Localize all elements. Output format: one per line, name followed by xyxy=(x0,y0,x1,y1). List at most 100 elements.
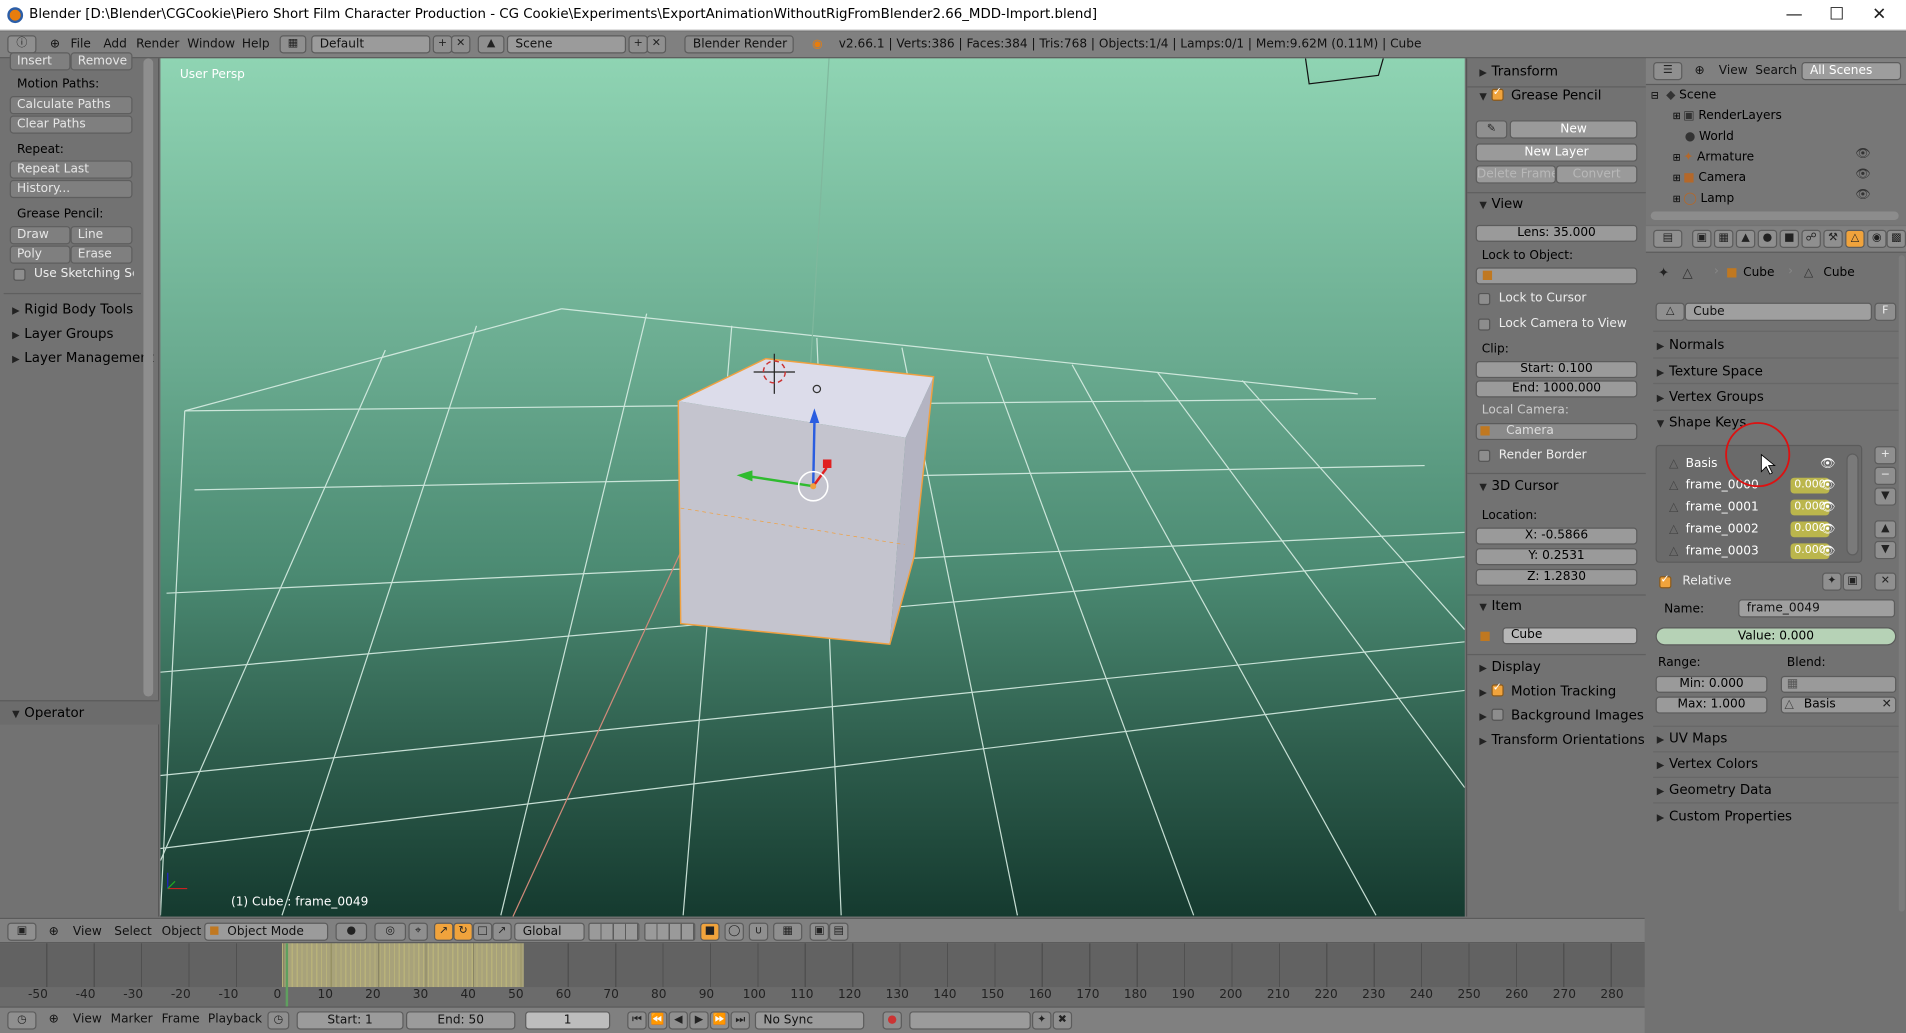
render-border-checkbox[interactable] xyxy=(1478,449,1491,462)
fake-user-button[interactable]: F xyxy=(1874,302,1897,321)
panel-item[interactable]: ▼ Item xyxy=(1479,598,1522,614)
layers-grid-2[interactable] xyxy=(644,922,696,941)
preview-range-icon[interactable]: ◷ xyxy=(267,1011,290,1030)
remove-screen-icon[interactable]: ✕ xyxy=(450,35,471,54)
tool-shelf-scrollbar[interactable] xyxy=(143,58,154,697)
panel-transform[interactable]: ▶ Transform xyxy=(1479,63,1558,79)
panel-transform-orientations[interactable]: ▶ Transform Orientations xyxy=(1479,732,1644,748)
data-tab-icon[interactable]: △ xyxy=(1845,229,1865,248)
repeat-last-button[interactable]: Repeat Last xyxy=(9,160,133,179)
visibility-eye-icon[interactable]: 👁 xyxy=(1855,168,1870,181)
properties-scrollbar[interactable] xyxy=(1898,255,1905,912)
panel-uv-maps[interactable]: ▶ UV Maps xyxy=(1657,731,1728,747)
remove-keyframe-button[interactable]: Remove xyxy=(70,52,133,71)
transform-orientation-select[interactable]: Global xyxy=(514,922,585,941)
shape-key-pin-icon[interactable]: ✦ xyxy=(1822,572,1842,591)
remove-shape-key-button[interactable]: − xyxy=(1874,466,1897,486)
3dview-menu-object[interactable]: Object xyxy=(162,925,202,938)
close-icon[interactable]: ✕ xyxy=(1867,5,1891,24)
gp-line-button[interactable]: Line xyxy=(70,226,133,245)
outliner-item-renderlayers[interactable]: ⊞ ▣ RenderLayers xyxy=(1673,106,1906,127)
vertex-group-field[interactable]: ▦ xyxy=(1780,675,1897,693)
constraints-tab-icon[interactable]: ☍ xyxy=(1801,229,1821,248)
mode-select[interactable]: Object Mode xyxy=(204,922,329,941)
new-grease-pencil-button[interactable]: New xyxy=(1509,120,1638,139)
layers-grid-1[interactable] xyxy=(588,922,640,941)
keying-set-field[interactable] xyxy=(909,1011,1031,1030)
jump-to-end-icon[interactable]: ⏭ xyxy=(730,1011,751,1030)
scale-manipulator-icon[interactable]: □ xyxy=(472,922,493,941)
render-tab-icon[interactable]: ▣ xyxy=(1692,229,1712,248)
timeline[interactable]: -50 -40 -30 -20 -10 0 10 20 30 40 50 60 70 80 90 100 110… xyxy=(0,943,1645,1007)
mesh-datablock-icon[interactable]: △ xyxy=(1655,302,1685,321)
shape-key-row[interactable]: △ frame_0003 0.000 👁 xyxy=(1669,541,1854,560)
modifiers-tab-icon[interactable]: ⚒ xyxy=(1823,229,1843,248)
clear-shape-weights-icon[interactable]: ✕ xyxy=(1874,572,1897,591)
clear-relative-key-icon[interactable]: ✕ xyxy=(1882,698,1892,711)
start-frame-field[interactable]: Start: 1 xyxy=(296,1011,404,1030)
timeline-menu-playback[interactable]: Playback xyxy=(208,1013,262,1026)
remove-scene-icon[interactable]: ✕ xyxy=(646,35,667,54)
panel-display[interactable]: ▶ Display xyxy=(1479,659,1540,675)
gp-poly-button[interactable]: Poly xyxy=(9,245,71,264)
panel-texture-space[interactable]: ▶ Texture Space xyxy=(1657,363,1763,379)
snap-element-icon[interactable]: ▦ xyxy=(773,922,803,941)
outliner-item-camera[interactable]: ⊞ ■ Camera xyxy=(1673,168,1906,189)
shape-key-row[interactable]: △ frame_0001 0.000 👁 xyxy=(1669,497,1854,518)
snap-toggle-icon[interactable]: ∪ xyxy=(748,922,769,941)
add-shape-key-button[interactable]: + xyxy=(1874,446,1897,465)
panel-motion-tracking[interactable]: ▶ Motion Tracking xyxy=(1479,682,1616,699)
shape-key-row[interactable]: △ frame_0002 0.000 👁 xyxy=(1669,519,1854,540)
panel-vertex-colors[interactable]: ▶ Vertex Colors xyxy=(1657,756,1758,772)
shape-keys-scrollbar[interactable] xyxy=(1846,453,1859,556)
screen-layout-field[interactable]: Default xyxy=(311,35,431,54)
grease-pencil-checkbox[interactable] xyxy=(1491,86,1504,101)
relative-checkbox[interactable] xyxy=(1659,574,1672,589)
shape-key-mute-eye-icon[interactable]: 👁 xyxy=(1820,541,1835,560)
collapse-menu-icon[interactable]: ⊕ xyxy=(49,925,59,938)
mesh-name-field[interactable]: Cube xyxy=(1684,302,1872,321)
add-screen-icon[interactable]: + xyxy=(432,35,453,54)
editor-type-3dview-icon[interactable]: ▣ xyxy=(7,922,37,941)
delete-keyframe-icon[interactable]: ✖ xyxy=(1052,1011,1073,1030)
opengl-render-animation-icon[interactable]: ▤ xyxy=(829,922,849,941)
move-shape-key-up-icon[interactable]: ▲ xyxy=(1874,520,1897,539)
gp-draw-button[interactable]: Draw xyxy=(9,226,71,245)
editor-type-outliner-icon[interactable]: ☰ xyxy=(1653,61,1683,81)
collapse-menu-icon[interactable]: ⊕ xyxy=(50,38,60,51)
panel-normals[interactable]: ▶ Normals xyxy=(1657,337,1725,353)
play-icon[interactable]: ▶ xyxy=(689,1011,709,1030)
shape-key-name-field[interactable]: frame_0049 xyxy=(1738,599,1896,618)
minimize-icon[interactable]: — xyxy=(1782,5,1806,24)
menu-window[interactable]: Window xyxy=(187,38,235,51)
lock-layers-icon[interactable]: ■ xyxy=(700,922,720,941)
new-layer-button[interactable]: New Layer xyxy=(1475,143,1638,162)
timeline-menu-marker[interactable]: Marker xyxy=(111,1013,153,1026)
move-shape-key-down-icon[interactable]: ▼ xyxy=(1874,540,1897,560)
outliner-display-mode-select[interactable]: All Scenes xyxy=(1801,61,1902,81)
calculate-paths-button[interactable]: Calculate Paths xyxy=(9,96,133,115)
convert-button[interactable]: Convert xyxy=(1555,165,1638,184)
3dview-menu-view[interactable]: View xyxy=(73,925,102,938)
shape-key-mute-eye-icon[interactable]: 👁 xyxy=(1820,453,1835,474)
manipulator-toggle-icon[interactable]: ⌖ xyxy=(408,922,428,941)
render-engine-select[interactable]: Blender Render xyxy=(684,35,794,54)
relative-key-field[interactable]: Basis xyxy=(1780,696,1897,714)
shape-key-specials-icon[interactable]: ▼ xyxy=(1874,487,1897,506)
outliner-scrollbar[interactable] xyxy=(1650,211,1899,221)
timeline-menu-view[interactable]: View xyxy=(73,1013,102,1026)
jump-to-next-keyframe-icon[interactable]: ⏩ xyxy=(709,1011,730,1030)
outliner-menu-view[interactable]: View xyxy=(1719,64,1748,77)
viewport-shading-icon[interactable]: ● xyxy=(335,922,368,941)
object-tab-icon[interactable]: ■ xyxy=(1779,229,1800,248)
range-min-field[interactable]: Min: 0.000 xyxy=(1655,675,1768,693)
use-sketching-checkbox[interactable] xyxy=(13,268,26,281)
visibility-eye-icon[interactable]: 👁 xyxy=(1855,147,1870,160)
motion-tracking-checkbox[interactable] xyxy=(1491,682,1504,697)
shape-key-mute-eye-icon[interactable]: 👁 xyxy=(1820,475,1835,496)
grease-pencil-datablock-icon[interactable]: ✎ xyxy=(1475,120,1508,139)
opengl-render-icon[interactable]: ▣ xyxy=(809,922,830,941)
clear-paths-button[interactable]: Clear Paths xyxy=(9,115,133,134)
timeline-menu-frame[interactable]: Frame xyxy=(162,1013,200,1026)
cursor-y-field[interactable]: Y: 0.2531 xyxy=(1475,548,1638,566)
